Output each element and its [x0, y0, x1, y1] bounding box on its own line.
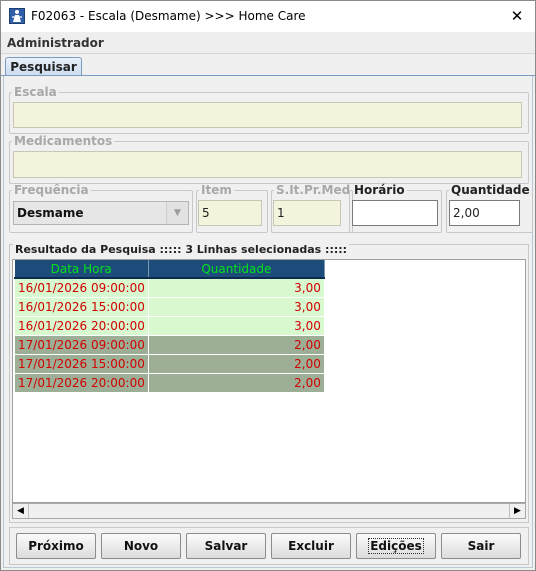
cell-data-hora[interactable]: 17/01/2026 15:00:00	[14, 353, 149, 374]
quantidade-label: Quantidade	[451, 183, 530, 197]
item-label: Item	[201, 183, 232, 197]
sair-button-label: Sair	[467, 539, 495, 553]
sair-button[interactable]: Sair	[441, 533, 521, 559]
cell-quantidade[interactable]: 2,00	[147, 353, 325, 374]
novo-button-label: Novo	[123, 539, 159, 553]
excluir-button[interactable]: Excluir	[271, 533, 351, 559]
scroll-right-icon[interactable]: ▶	[509, 504, 525, 518]
proximo-button[interactable]: Próximo	[16, 533, 96, 559]
results-legend: Resultado da Pesquisa ::::: 3 Linhas sel…	[13, 243, 350, 256]
medicamentos-label: Medicamentos	[14, 134, 113, 148]
user-name: Administrador	[7, 36, 104, 50]
cell-data-hora[interactable]: 16/01/2026 15:00:00	[14, 296, 149, 317]
tab-strip: Pesquisar	[1, 54, 535, 77]
edicoes-button[interactable]: Edições	[356, 533, 436, 559]
cell-quantidade[interactable]: 2,00	[147, 334, 325, 355]
table-row[interactable]: 16/01/2026 09:00:00 3,00	[14, 277, 325, 298]
results-grid: Data Hora Quantidade 16/01/2026 09:00:00…	[12, 259, 526, 503]
medicamentos-field	[13, 151, 522, 178]
edicoes-button-label: Edições	[368, 538, 424, 554]
table-row[interactable]: 17/01/2026 20:00:00 2,00	[14, 372, 325, 393]
item-field: 5	[198, 200, 262, 226]
quantidade-field[interactable]: 2,00	[449, 200, 520, 226]
table-row[interactable]: 17/01/2026 09:00:00 2,00	[14, 334, 325, 355]
scroll-left-icon[interactable]: ◀	[13, 504, 29, 518]
user-bar: Administrador	[1, 32, 535, 54]
table-header-row: Data Hora Quantidade	[14, 260, 325, 279]
frequencia-label: Frequência	[14, 183, 89, 197]
salvar-button[interactable]: Salvar	[186, 533, 266, 559]
slt-label: S.It.Pr.Med	[276, 183, 351, 197]
cell-data-hora[interactable]: 16/01/2026 20:00:00	[14, 315, 149, 336]
cell-quantidade[interactable]: 2,00	[147, 372, 325, 393]
cell-quantidade[interactable]: 3,00	[147, 315, 325, 336]
excluir-button-label: Excluir	[288, 539, 334, 553]
results-table: Data Hora Quantidade 16/01/2026 09:00:00…	[14, 260, 325, 393]
cell-quantidade[interactable]: 3,00	[147, 296, 325, 317]
table-row[interactable]: 17/01/2026 15:00:00 2,00	[14, 353, 325, 374]
horario-label: Horário	[354, 183, 405, 197]
app-logo-icon	[9, 8, 25, 24]
escala-label: Escala	[14, 85, 57, 99]
table-row[interactable]: 16/01/2026 20:00:00 3,00	[14, 315, 325, 336]
tab-pesquisar[interactable]: Pesquisar	[5, 57, 82, 77]
frequencia-select: Desmame ▼	[13, 201, 189, 225]
table-row[interactable]: 16/01/2026 15:00:00 3,00	[14, 296, 325, 317]
column-header-quantidade[interactable]: Quantidade	[148, 260, 325, 279]
cell-data-hora[interactable]: 17/01/2026 09:00:00	[14, 334, 149, 355]
column-header-data-hora[interactable]: Data Hora	[14, 260, 149, 279]
horizontal-scrollbar[interactable]: ◀ ▶	[12, 503, 526, 519]
app-window: F02063 - Escala (Desmame) >>> Home Care …	[0, 0, 536, 571]
horario-field[interactable]	[352, 200, 438, 226]
slt-field: 1	[273, 200, 341, 226]
close-icon[interactable]: ✕	[505, 5, 529, 27]
cell-data-hora[interactable]: 16/01/2026 09:00:00	[14, 277, 149, 298]
frequencia-value: Desmame	[17, 206, 84, 220]
novo-button[interactable]: Novo	[101, 533, 181, 559]
salvar-button-label: Salvar	[204, 539, 248, 553]
window-title: F02063 - Escala (Desmame) >>> Home Care	[31, 9, 306, 23]
cell-quantidade[interactable]: 3,00	[147, 277, 325, 298]
proximo-button-label: Próximo	[28, 539, 84, 553]
title-bar: F02063 - Escala (Desmame) >>> Home Care …	[1, 1, 535, 32]
chevron-down-icon: ▼	[166, 202, 188, 224]
escala-field	[13, 102, 522, 128]
cell-data-hora[interactable]: 17/01/2026 20:00:00	[14, 372, 149, 393]
